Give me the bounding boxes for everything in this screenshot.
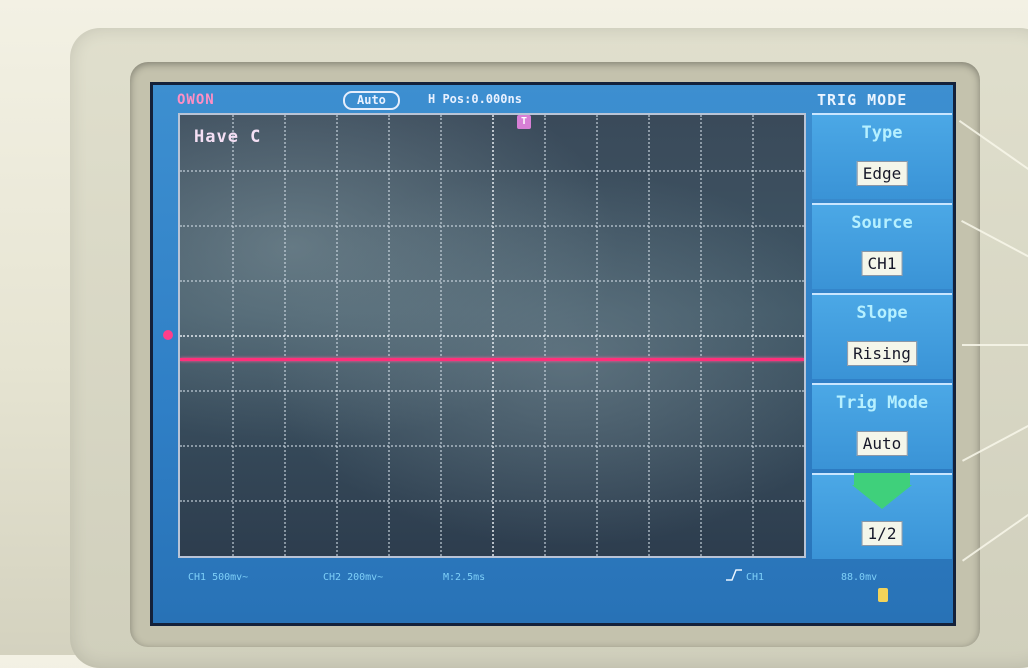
menu-item-value: Rising <box>847 341 917 366</box>
ch1-waveform-trace <box>180 358 804 361</box>
grid-line-horizontal <box>180 225 804 227</box>
bezel-line <box>962 344 1028 346</box>
menu-item-slope[interactable]: Slope Rising <box>812 293 952 379</box>
grid-line-horizontal <box>180 170 804 172</box>
ch1-scale-readout: CH1 500mv~ <box>188 572 249 583</box>
menu-item-value: Edge <box>856 161 908 186</box>
grid-line-horizontal <box>180 445 804 447</box>
menu-title: TRIG MODE <box>817 91 908 109</box>
bottom-status-bar: CH1 500mv~ CH2 200mv~ M:2.5ms CH1 88.0mv <box>153 558 953 608</box>
grid-line-horizontal <box>180 280 804 282</box>
menu-item-source[interactable]: Source CH1 <box>812 203 952 289</box>
menu-item-label: Type <box>861 123 903 143</box>
menu-item-label: Trig Mode <box>835 393 929 413</box>
menu-item-label: Slope <box>856 303 908 323</box>
trigger-position-marker-icon: T <box>517 115 531 129</box>
ch2-scale-readout: CH2 200mv~ <box>323 572 384 583</box>
page-down-arrow-icon <box>852 485 912 509</box>
oscilloscope-screen: OWON Auto H Pos:0.000ns TRIG MODE Have C… <box>150 82 956 626</box>
ch1-ground-marker-icon <box>163 330 173 340</box>
grid-line-horizontal <box>180 500 804 502</box>
run-mode-badge: Auto <box>343 91 400 110</box>
usb-storage-icon <box>878 588 888 602</box>
grid-line-horizontal <box>180 390 804 392</box>
trigger-source-readout: CH1 <box>746 572 765 583</box>
menu-item-label: Source <box>851 213 913 233</box>
menu-item-type[interactable]: Type Edge <box>812 113 952 199</box>
overlay-text: Have C <box>194 127 262 147</box>
timebase-readout: M:2.5ms <box>443 572 486 583</box>
horizontal-position-readout: H Pos:0.000ns <box>428 92 522 106</box>
brand-logo: OWON <box>177 92 215 108</box>
top-status-bar: OWON Auto H Pos:0.000ns TRIG MODE <box>153 85 953 113</box>
rising-edge-icon <box>726 569 742 581</box>
menu-page-indicator: 1/2 <box>861 521 903 546</box>
trigger-level-readout: 88.0mv <box>841 572 878 583</box>
side-menu: Type Edge Source CH1 Slope Rising Trig M… <box>808 113 952 559</box>
menu-item-value: CH1 <box>861 251 903 276</box>
menu-item-trig-mode[interactable]: Trig Mode Auto <box>812 383 952 469</box>
waveform-display: Have C T <box>178 113 806 558</box>
menu-item-next-page[interactable]: 1/2 <box>812 473 952 559</box>
grid-line-horizontal-center <box>180 335 804 337</box>
menu-item-value: Auto <box>856 431 908 456</box>
